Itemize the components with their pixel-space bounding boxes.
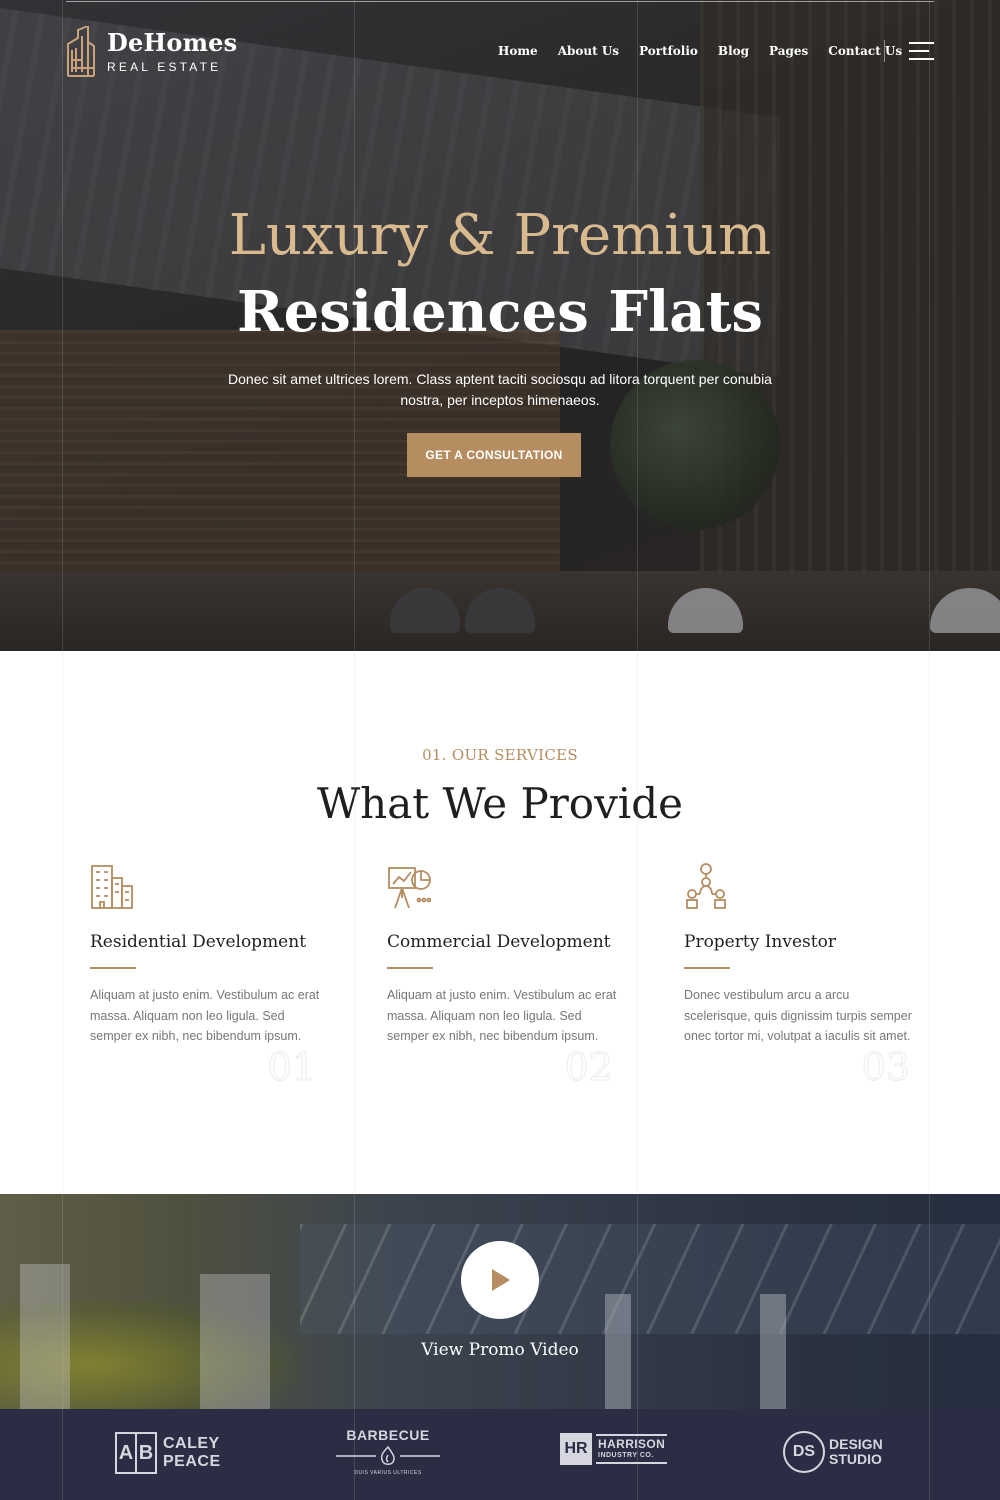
client-logo-barbecue[interactable]: BARBECUE DUIS VARIUS ULTRICES <box>336 1427 440 1477</box>
get-consultation-button[interactable]: GET A CONSULTATION <box>407 433 581 477</box>
promo-background-canopy <box>300 1224 1000 1334</box>
logo[interactable]: DeHomes REAL ESTATE <box>66 26 237 78</box>
caley-peace-line-2: PEACE <box>163 1453 221 1470</box>
nav-contact-us[interactable]: Contact Us <box>828 42 902 60</box>
harrison-line-2: INDUSTRY CO. <box>598 1452 654 1459</box>
nav-portfolio[interactable]: Portfolio <box>639 42 698 60</box>
design-studio-line-1: DESIGN <box>829 1436 883 1452</box>
hamburger-menu-icon[interactable] <box>909 42 934 62</box>
client-logo-harrison[interactable]: HR HARRISON INDUSTRY CO. <box>560 1433 668 1465</box>
service-divider <box>684 967 730 969</box>
logo-tagline: REAL ESTATE <box>107 59 222 74</box>
service-card-commercial: Commercial Development Aliquam at justo … <box>387 862 627 1092</box>
design-studio-line-2: STUDIO <box>829 1451 882 1467</box>
promo-video-label[interactable]: View Promo Video <box>0 1338 1000 1362</box>
flame-icon <box>336 1445 440 1465</box>
nav-home[interactable]: Home <box>498 42 538 60</box>
barbecue-tagline: DUIS VARIUS ULTRICES <box>354 1470 422 1476</box>
main-nav: Home About Us Portfolio Blog Pages Conta… <box>498 42 922 60</box>
nav-pages[interactable]: Pages <box>769 42 808 60</box>
building-logo-icon <box>67 26 95 77</box>
client-logo-design-studio[interactable]: DS DESIGN STUDIO <box>783 1431 883 1473</box>
barbecue-name: BARBECUE <box>346 1427 430 1443</box>
harrison-line-1: HARRISON <box>598 1437 666 1451</box>
caley-peace-mark: A <box>118 1441 134 1464</box>
service-title: Residential Development <box>90 932 307 952</box>
service-title: Property Investor <box>684 932 836 952</box>
service-text: Aliquam at justo enim. Vestibulum ac era… <box>90 988 320 1043</box>
nav-about-us[interactable]: About Us <box>558 42 619 60</box>
buildings-icon <box>91 865 133 909</box>
hero-description: Donec sit amet ultrices lorem. Class apt… <box>228 371 772 408</box>
service-divider <box>90 967 136 969</box>
nav-divider <box>884 40 885 62</box>
services-eyebrow: 01. OUR SERVICES <box>422 746 578 764</box>
service-divider <box>387 967 433 969</box>
promo-background-building <box>20 1264 70 1409</box>
play-icon <box>492 1269 510 1291</box>
site-header: DeHomes REAL ESTATE Home About Us Portfo… <box>0 0 1000 100</box>
service-title: Commercial Development <box>387 932 611 952</box>
hero-title-line-2: Residences Flats <box>237 279 763 345</box>
design-studio-mark: DS <box>783 1431 825 1473</box>
service-card-investor: Property Investor Donec vestibulum arcu … <box>684 862 924 1092</box>
presentation-chart-icon <box>388 867 432 909</box>
promo-video-section: View Promo Video <box>0 1194 1000 1409</box>
service-number: 01 <box>267 1045 316 1090</box>
services-title: What We Provide <box>317 779 683 828</box>
caley-peace-line-1: CALEY <box>163 1435 220 1452</box>
logo-name: DeHomes <box>107 27 238 57</box>
service-number: 03 <box>861 1045 910 1090</box>
harrison-mark: HR <box>560 1433 592 1465</box>
play-video-button[interactable] <box>461 1241 539 1319</box>
service-text: Aliquam at justo enim. Vestibulum ac era… <box>387 988 617 1043</box>
investor-network-icon <box>686 863 726 909</box>
service-number: 02 <box>564 1045 613 1090</box>
client-logos-bar: A B CALEY PEACE BARBECUE DUIS VARIUS ULT… <box>0 1409 1000 1500</box>
client-logo-caley-peace[interactable]: A B CALEY PEACE <box>115 1432 221 1474</box>
hero-title-line-1: Luxury & Premium <box>228 203 772 268</box>
service-card-residential: Residential Development Aliquam at justo… <box>90 862 330 1092</box>
nav-blog[interactable]: Blog <box>718 42 749 60</box>
caley-peace-mark: B <box>135 1434 155 1472</box>
service-text: Donec vestibulum arcu a arcu scelerisque… <box>684 988 912 1043</box>
